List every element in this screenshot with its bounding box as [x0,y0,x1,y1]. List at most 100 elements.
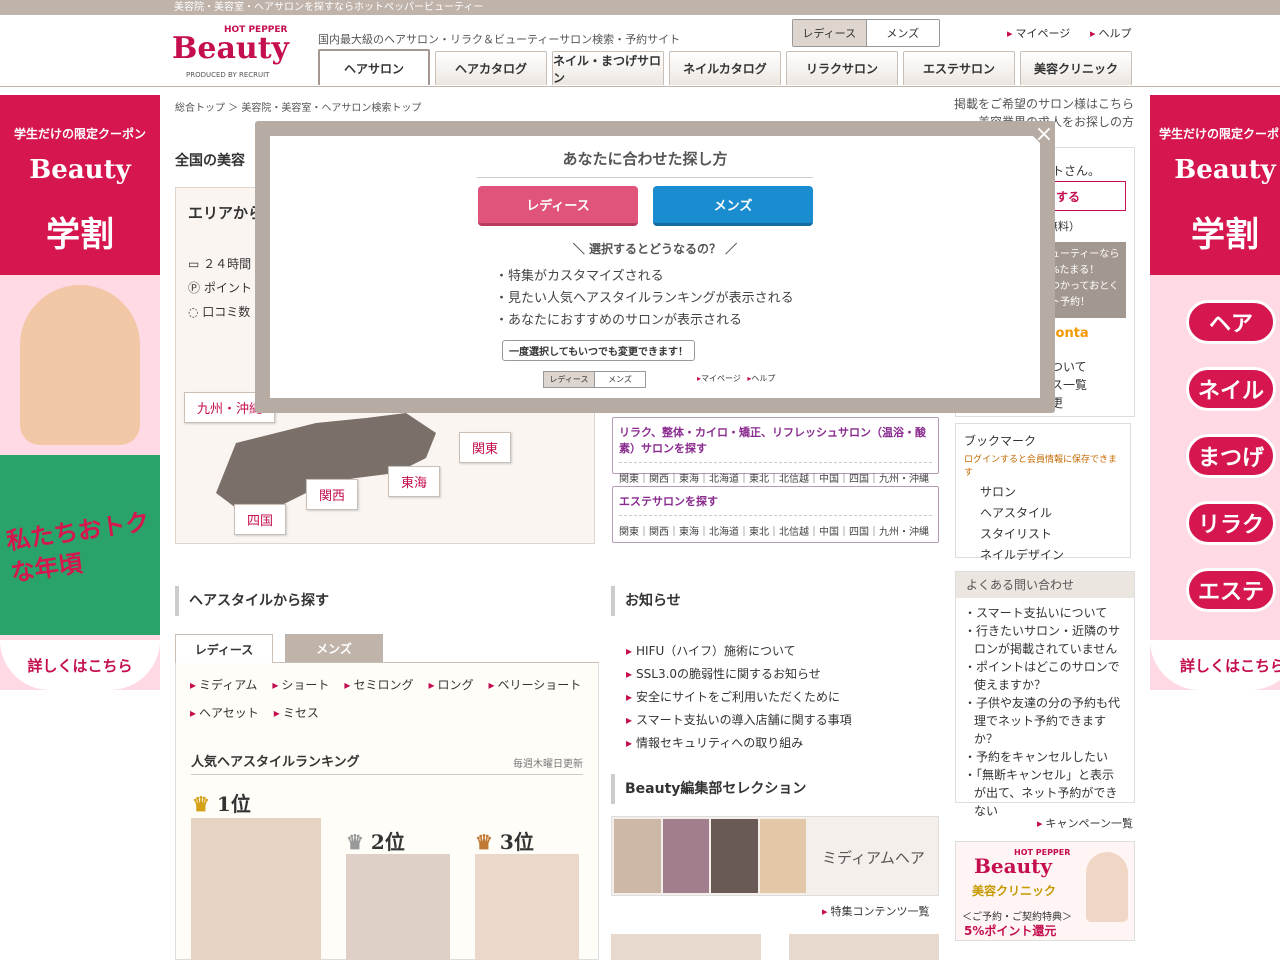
campaign-link[interactable]: キャンペーン一覧 [1037,815,1133,831]
faq-item[interactable]: スマート支払いについて [964,604,1126,622]
promo-line2: %たまる！ [1050,265,1100,276]
rank3-label: ♛ 3位 [475,826,534,855]
region-tokai[interactable]: 東海 [388,466,441,497]
logo-sub: PRODUCED BY RECRUIT [186,71,270,79]
news-item[interactable]: SSL3.0の脆弱性に関するお知らせ [626,663,852,686]
link-hairset[interactable]: ヘアセット [190,704,259,721]
site-tagline: 国内最大級のヘアサロン・リラク＆ビューティーサロン検索・予約サイト [318,33,681,46]
modal-bullets: ・特集がカスタマイズされる ・見たい人気ヘアスタイルランキングが表示される ・あ… [495,266,794,332]
help-link[interactable]: ヘルプ [1090,25,1132,41]
modal-title: あなたに合わせた探し方 [477,148,813,178]
faq-item[interactable]: 子供や友達の分の予約も代理でネット予約できますか？ [964,694,1126,748]
pill-hair[interactable]: ヘア [1186,300,1276,344]
gender-toggle: レディース メンズ [792,19,940,47]
nav-relax-salon[interactable]: リラクサロン [786,51,898,85]
right-student-banner[interactable]: 学生だけの限定クーポン Beauty 学割 ヘア ネイル まつげ リラク エステ… [1150,95,1280,690]
nav-beauty-clinic[interactable]: 美容クリニック [1020,51,1132,85]
promo-line4: ト予約！ [1050,297,1090,308]
faq-item[interactable]: 行きたいサロン・近隣のサロンが掲載されていません [964,622,1126,658]
monitor-icon: ▭ [188,257,204,271]
link-medium[interactable]: ミディアム [190,676,257,693]
modal-ladies-button[interactable]: レディース [478,186,638,226]
hotpepper-beauty-logo[interactable]: HOT PEPPER Beauty PRODUCED BY RECRUIT [172,23,294,81]
header-ladies-toggle[interactable]: レディース [793,20,867,46]
feature-photo-1[interactable] [611,934,761,960]
length-links-row1: ミディアム ショート セミロング ロング ベリーショート [190,676,596,693]
faq-item[interactable]: 予約をキャンセルしたい [964,748,1126,766]
region-kanto[interactable]: 関東 [459,432,512,463]
nav-hair-catalog[interactable]: ヘアカタログ [435,51,547,85]
bookmark-hairstyle[interactable]: ヘアスタイル [964,503,1122,524]
nav-nail-eyelash[interactable]: ネイル・まつげサロン [552,51,664,85]
clinic-banner[interactable]: HOT PEPPER Beauty 美容クリニック ＜ご予約・ご契約特典＞ 5%… [955,841,1135,941]
banner-line1: 学生だけの限定クーポン [13,127,146,141]
tab-ladies[interactable]: レディース [175,634,273,663]
ranking-title: 人気ヘアスタイルランキング [191,755,360,770]
promo-line3: つかっておとく [1050,281,1119,292]
banner-more-link[interactable]: 詳しくはこちら [0,640,160,690]
link-short[interactable]: ショート [272,676,329,693]
pill-nail[interactable]: ネイル [1186,367,1276,411]
breadcrumb[interactable]: 総合トップ ＞ 美容院・美容室・ヘアサロン検索トップ [175,99,421,114]
relax-region-links[interactable]: 関東｜関西｜東海｜北海道｜東北｜北信越｜中国｜四国｜九州・沖縄 [619,470,932,485]
rank1-label: ♛ 1位 [192,788,251,817]
nav-hair-salon[interactable]: ヘアサロン [318,49,430,85]
esthe-search-link[interactable]: エステサロンを探す [619,493,932,516]
bookmark-salon[interactable]: サロン [964,482,1122,503]
bookmark-title: ブックマーク [964,434,1037,448]
news-list: HIFU（ハイフ）施術について SSL3.0の脆弱性に関するお知らせ 安全にサイ… [626,640,852,755]
bookmark-nail[interactable]: ネイルデザイン [964,545,1122,566]
modal-note-bubble: 一度選択してもいつでも変更できます！ [502,340,695,361]
esthe-region-links[interactable]: 関東｜関西｜東海｜北海道｜東北｜北信越｜中国｜四国｜九州・沖縄 [619,523,932,538]
region-shikoku[interactable]: 四国 [234,504,287,535]
bookmark-stylist[interactable]: スタイリスト [964,524,1122,545]
sidebox-link-1[interactable]: ついて [1051,358,1087,376]
rank2-photo[interactable] [346,854,450,960]
rank2-label: ♛ 2位 [346,826,405,855]
link-long[interactable]: ロング [428,676,473,693]
header-mens-toggle[interactable]: メンズ [867,20,940,46]
bookmark-box: ブックマーク ログインすると会員情報に保存できます サロン ヘアスタイル スタイ… [955,423,1131,562]
sidebox-link-2[interactable]: ス一覧 [1051,376,1087,394]
feature-photo-2[interactable] [789,934,939,960]
listing-link[interactable]: 掲載をご希望のサロン様はこちら [954,95,1134,113]
modal-mini-toggle: レディース メンズ [543,371,646,388]
faq-item[interactable]: ポイントはどこのサロンで使えますか？ [964,658,1126,694]
length-links-row2: ヘアセット ミセス [190,704,334,721]
header: HOT PEPPER Beauty PRODUCED BY RECRUIT 国内… [0,15,1280,87]
modal-bullet: ・見たい人気ヘアスタイルランキングが表示される [495,291,794,306]
rank1-photo[interactable] [191,818,321,960]
news-item[interactable]: 情報セキュリティへの取り組み [626,732,852,755]
pill-eyelash[interactable]: まつげ [1186,434,1276,478]
banner-gakuwari-right: 学割 [1191,215,1259,255]
nav-esthe-salon[interactable]: エステサロン [903,51,1015,85]
modal-mens-button[interactable]: メンズ [653,186,813,226]
pill-esthe[interactable]: エステ [1186,568,1276,612]
relax-search-link[interactable]: リラク、整体・カイロ・矯正、リフレッシュサロン（温浴・酸素）サロンを探す [619,424,932,463]
rank1-text: 1位 [216,792,251,816]
rank3-text: 3位 [499,830,534,854]
pill-relax[interactable]: リラク [1186,501,1276,545]
editorial-banner[interactable]: ミディアムヘア [611,816,939,896]
news-item[interactable]: 安全にサイトをご利用いただくために [626,686,852,709]
region-kansai[interactable]: 関西 [306,479,359,510]
link-semilong[interactable]: セミロング [344,676,413,693]
feature-contents-link[interactable]: 特集コンテンツ一覧 [822,903,930,919]
ranking-note: 毎週木曜日更新 [513,759,583,770]
feature-reviews: 口コミ数 [202,305,251,319]
sidebox-link-3[interactable]: 更 [1051,394,1087,412]
tab-mens[interactable]: メンズ [285,634,383,663]
faq-item[interactable]: 「無断キャンセル」と表示が出て、ネット予約ができない [964,766,1126,820]
left-student-banner[interactable]: 学生だけの限定クーポン Beauty 学割 私たちおトクな年頃 詳しくはこちら [0,95,160,690]
link-mrs[interactable]: ミセス [274,704,319,721]
mini-links: ▸マイページ ▸ヘルプ [697,374,776,383]
editorial-banner-text: ミディアムヘア [822,849,925,867]
news-item[interactable]: HIFU（ハイフ）施術について [626,640,852,663]
nav-nail-catalog[interactable]: ネイルカタログ [669,51,781,85]
news-item[interactable]: スマート支払いの導入店舗に関する事項 [626,709,852,732]
mypage-link[interactable]: マイページ [1007,25,1071,41]
esthe-search-box: エステサロンを探す 関東｜関西｜東海｜北海道｜東北｜北信越｜中国｜四国｜九州・沖… [612,486,939,543]
link-very-short[interactable]: ベリーショート [489,676,582,693]
banner-more-link-right[interactable]: 詳しくはこちら [1150,640,1280,690]
rank3-photo[interactable] [475,854,579,960]
